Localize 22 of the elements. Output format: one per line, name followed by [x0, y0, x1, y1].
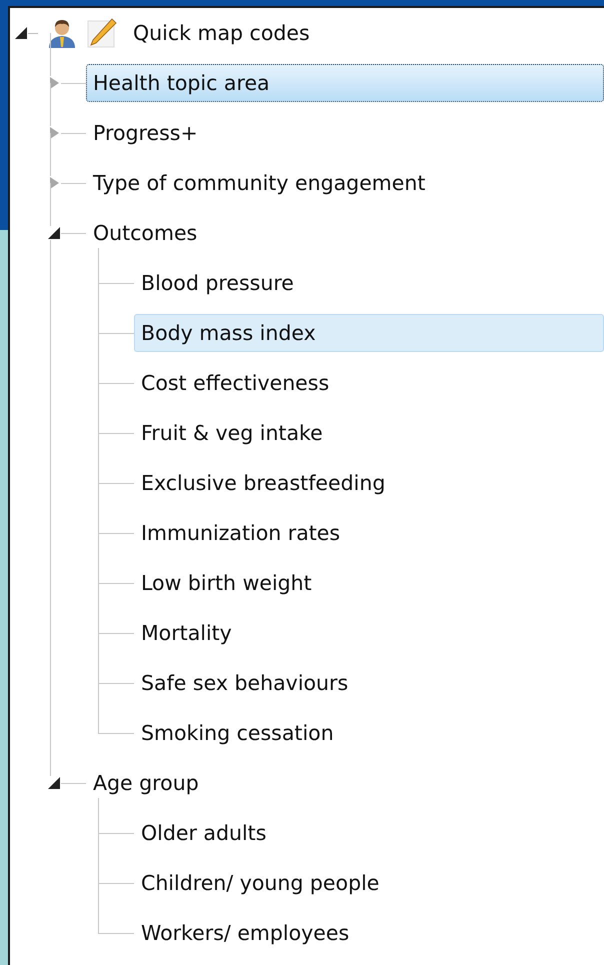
expander-icon[interactable]	[14, 26, 28, 40]
tree-item[interactable]: Immunization rates	[134, 514, 348, 552]
tree-item[interactable]: Quick map codes	[126, 14, 317, 52]
tree-item[interactable]: Blood pressure	[134, 264, 301, 302]
tree-item[interactable]: Safe sex behaviours	[134, 664, 356, 702]
tree-item[interactable]: Workers/ employees	[134, 914, 356, 952]
tree-item[interactable]: Type of community engagement	[86, 164, 432, 202]
tree-item[interactable]: Exclusive breastfeeding	[134, 464, 392, 502]
tree-item[interactable]: Cost effectiveness	[134, 364, 336, 402]
tree-item[interactable]: Mortality	[134, 614, 239, 652]
tree-item[interactable]: Children/ young people	[134, 864, 386, 902]
tree-item[interactable]: Age group	[86, 764, 206, 802]
tree-item[interactable]: Health topic area	[86, 64, 604, 102]
tree-item[interactable]: Body mass index	[134, 314, 604, 352]
tree-item[interactable]: Older adults	[134, 814, 274, 852]
person-icon	[46, 17, 78, 49]
tree-item[interactable]: Progress+	[86, 114, 205, 152]
tree-item[interactable]: Fruit & veg intake	[134, 414, 330, 452]
tree-item[interactable]: Smoking cessation	[134, 714, 341, 752]
tree-item[interactable]: Low birth weight	[134, 564, 319, 602]
pencil-icon	[86, 17, 118, 49]
tree-item[interactable]: Outcomes	[86, 214, 204, 252]
